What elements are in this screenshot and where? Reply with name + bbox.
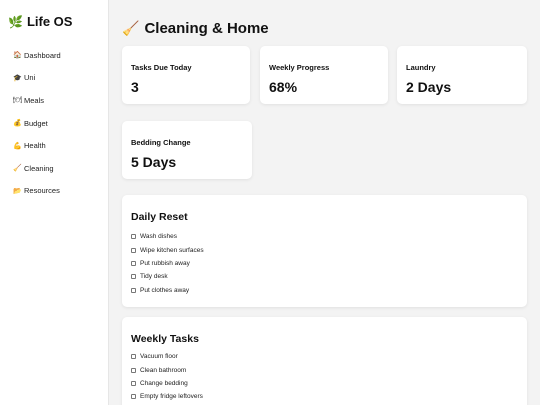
checkbox[interactable] (131, 287, 136, 293)
checklist-item: Vacuum floor (131, 350, 203, 363)
money-bag-icon: 💰 (13, 120, 22, 128)
stat-card-weekly-progress: Weekly Progress 68% (260, 46, 388, 104)
daily-reset-card: Daily Reset Wash dishes Wipe kitchen sur… (122, 195, 527, 307)
checkbox[interactable] (131, 274, 136, 280)
sidebar-item-cleaning[interactable]: 🧹 Cleaning (13, 157, 61, 180)
checklist-item-label: Tidy desk (140, 273, 168, 281)
checkbox[interactable] (131, 394, 136, 400)
sidebar-item-resources[interactable]: 📂 Resources (13, 180, 61, 203)
sidebar-item-budget[interactable]: 💰 Budget (13, 112, 61, 135)
broom-icon: 🧹 (122, 20, 140, 36)
flexed-arm-icon: 💪 (13, 142, 22, 150)
sidebar-item-meals[interactable]: 🍽 Meals (13, 89, 61, 112)
stat-value: 3 (131, 79, 139, 95)
sidebar-item-label: Resources (24, 186, 60, 196)
sidebar-item-dashboard[interactable]: 🏠 Dashboard (13, 44, 61, 67)
graduation-cap-icon: 🎓 (13, 74, 22, 82)
daily-checklist: Wash dishes Wipe kitchen surfaces Put ru… (131, 230, 204, 297)
checklist-item-label: Put clothes away (140, 286, 190, 294)
sidebar-item-label: Dashboard (24, 50, 61, 60)
page-title-text: Cleaning & Home (144, 20, 269, 37)
stat-value: 2 Days (406, 79, 452, 95)
house-icon: 🏠 (13, 52, 22, 60)
checklist-item-label: Wash dishes (140, 233, 177, 241)
broom-icon: 🧹 (13, 165, 22, 173)
folder-icon: 📂 (13, 187, 22, 195)
brand-title: Life OS (26, 14, 73, 29)
stat-label: Tasks Due Today (131, 63, 192, 72)
checkbox[interactable] (131, 247, 136, 253)
stat-label: Bedding Change (131, 138, 191, 147)
sidebar-item-health[interactable]: 💪 Health (13, 134, 61, 157)
sidebar-item-label: Health (24, 141, 46, 151)
checklist-item-label: Clean bathroom (140, 366, 187, 374)
checklist-item-label: Change bedding (140, 379, 188, 387)
sidebar-item-uni[interactable]: 🎓 Uni (13, 67, 61, 90)
page-title: 🧹 Cleaning & Home (122, 20, 269, 37)
sidebar-item-label: Cleaning (24, 163, 54, 173)
weekly-tasks-title: Weekly Tasks (131, 333, 199, 345)
checklist-item-label: Vacuum floor (140, 353, 178, 361)
stat-card-laundry: Laundry 2 Days (397, 46, 527, 104)
checklist-item: Wipe kitchen surfaces (131, 243, 204, 256)
checklist-item-label: Wipe kitchen surfaces (140, 246, 204, 254)
weekly-tasks-card: Weekly Tasks Vacuum floor Clean bathroom… (122, 317, 527, 405)
checklist-item-label: Put rubbish away (140, 259, 190, 267)
sidebar-item-label: Meals (24, 95, 45, 105)
checklist-item: Clean bathroom (131, 363, 203, 376)
checklist-item-label: Empty fridge leftovers (140, 393, 203, 401)
sidebar-nav: 🏠 Dashboard 🎓 Uni 🍽 Meals 💰 Budget 💪 Hea… (13, 44, 61, 202)
plate-icon: 🍽 (13, 97, 22, 105)
checklist-item: Put clothes away (131, 284, 204, 297)
checkbox[interactable] (131, 260, 136, 266)
weekly-checklist: Vacuum floor Clean bathroom Change beddi… (131, 350, 203, 404)
checklist-item: Tidy desk (131, 270, 204, 283)
stat-card-tasks-due: Tasks Due Today 3 (122, 46, 250, 104)
leaf-icon: 🌿 (8, 14, 23, 29)
stat-card-bedding-change: Bedding Change 5 Days (122, 121, 252, 179)
daily-reset-title: Daily Reset (131, 211, 188, 223)
stat-label: Laundry (406, 63, 436, 72)
brand[interactable]: 🌿 Life OS (8, 14, 72, 29)
checkbox[interactable] (131, 234, 136, 240)
stat-value: 5 Days (131, 154, 177, 170)
checklist-item: Empty fridge leftovers (131, 390, 203, 403)
checklist-item: Wash dishes (131, 230, 204, 243)
main-content: 🧹 Cleaning & Home Tasks Due Today 3 Week… (109, 0, 540, 405)
stat-label: Weekly Progress (269, 63, 330, 72)
checkbox[interactable] (131, 367, 136, 373)
sidebar: 🌿 Life OS 🏠 Dashboard 🎓 Uni 🍽 Meals 💰 Bu… (0, 0, 109, 405)
checklist-item: Put rubbish away (131, 257, 204, 270)
checkbox[interactable] (131, 354, 136, 360)
checklist-item: Change bedding (131, 377, 203, 390)
stat-value: 68% (269, 79, 298, 95)
sidebar-item-label: Budget (24, 118, 48, 128)
sidebar-item-label: Uni (24, 73, 36, 83)
checkbox[interactable] (131, 380, 136, 386)
